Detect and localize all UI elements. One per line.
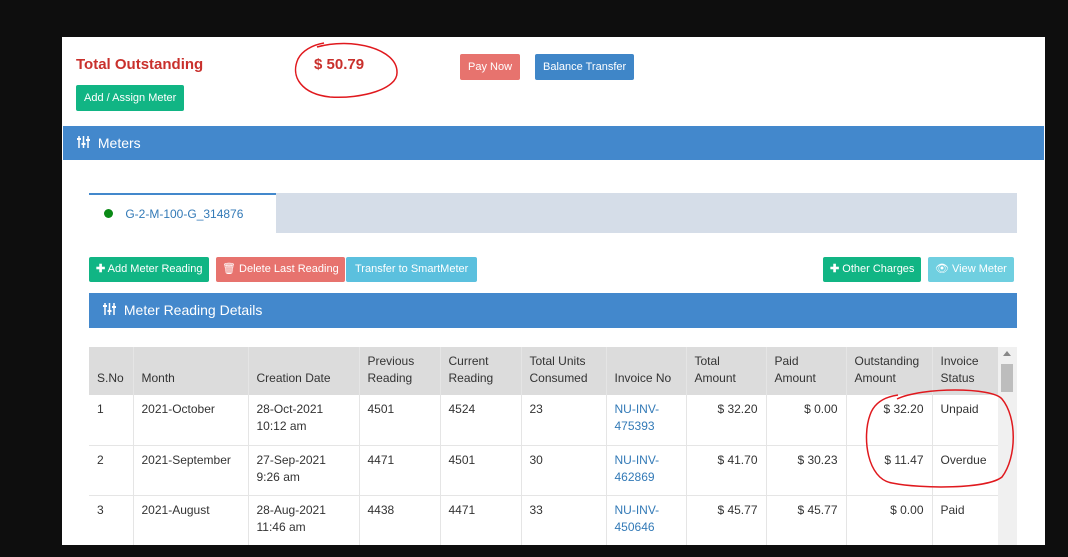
cell-current-reading: 4501 bbox=[440, 445, 522, 496]
table-row: 2 2021-September 27-Sep-2021 9:26 am 4471… bbox=[89, 445, 999, 496]
cell-creation-date: 28-Oct-2021 10:12 am bbox=[248, 395, 360, 446]
meter-reading-details-title: Meter Reading Details bbox=[123, 302, 263, 318]
cell-current-reading: 4524 bbox=[440, 395, 522, 446]
header-creation-date: Creation Date bbox=[248, 347, 360, 395]
cell-creation-date: 28-Aug-2021 11:46 am bbox=[248, 495, 360, 545]
tab-label: G-2-M-100-G_314876 bbox=[125, 207, 244, 221]
invoice-link[interactable]: NU-INV- 450646 bbox=[606, 495, 687, 545]
cell-invoice-status: Overdue bbox=[932, 445, 999, 496]
cell-previous-reading: 4471 bbox=[359, 445, 441, 496]
table-header-row: S.No Month Creation Date Previous Readin… bbox=[89, 347, 999, 395]
cell-invoice-status: Paid bbox=[932, 495, 999, 545]
cell-invoice-status: Unpaid bbox=[932, 395, 999, 446]
invoice-number: 450646 bbox=[614, 519, 655, 534]
cell-outstanding-amount: $ 0.00 bbox=[846, 495, 933, 545]
cell-date: 28-Aug-2021 bbox=[256, 502, 326, 517]
other-charges-button[interactable]: ✚ Other Charges bbox=[823, 257, 922, 282]
cell-time: 9:26 am bbox=[256, 469, 300, 484]
add-meter-reading-button[interactable]: ✚ Add Meter Reading bbox=[89, 257, 210, 282]
cell-month: 2021-September bbox=[133, 445, 249, 496]
cell-outstanding-amount: $ 32.20 bbox=[846, 395, 933, 446]
cell-sno: 2 bbox=[89, 445, 134, 496]
cell-paid-amount: $ 0.00 bbox=[766, 395, 847, 446]
delete-last-reading-button[interactable]: 🗑 Delete Last Reading bbox=[216, 257, 345, 282]
cell-outstanding-amount: $ 11.47 bbox=[846, 445, 933, 496]
invoice-link[interactable]: NU-INV- 475393 bbox=[606, 395, 687, 446]
meters-section-header: Meters bbox=[63, 126, 1044, 160]
delete-last-reading-label: Delete Last Reading bbox=[239, 263, 339, 275]
cell-total-amount: $ 45.77 bbox=[686, 495, 767, 545]
header-outstanding-amount: Outstanding Amount bbox=[846, 347, 933, 395]
cell-units: 30 bbox=[521, 445, 607, 496]
table-scrollbar[interactable] bbox=[998, 347, 1017, 545]
header-invoice-status: Invoice Status bbox=[932, 347, 999, 395]
trash-icon: 🗑 bbox=[222, 263, 236, 275]
billing-page: Total Outstanding $ 50.79 Pay Now Balanc… bbox=[62, 37, 1045, 545]
invoice-number: 475393 bbox=[614, 419, 655, 433]
cell-sno: 3 bbox=[89, 495, 134, 545]
cell-paid-amount: $ 30.23 bbox=[766, 445, 847, 496]
cell-sno: 1 bbox=[89, 395, 134, 446]
cell-creation-date: 27-Sep-2021 9:26 am bbox=[248, 445, 360, 496]
meter-reading-details-header: Meter Reading Details bbox=[89, 293, 1017, 328]
header-month: Month bbox=[133, 347, 249, 395]
meter-tabs: G-2-M-100-G_314876 bbox=[89, 193, 1017, 233]
cell-paid-amount: $ 45.77 bbox=[766, 495, 847, 545]
meter-readings-table-container: S.No Month Creation Date Previous Readin… bbox=[89, 347, 1017, 545]
add-assign-meter-button[interactable]: Add / Assign Meter bbox=[76, 85, 185, 111]
meters-title: Meters bbox=[97, 135, 141, 151]
cell-date: 27-Sep-2021 bbox=[256, 452, 326, 467]
add-meter-reading-label: Add Meter Reading bbox=[107, 263, 203, 275]
sliders-icon bbox=[77, 127, 90, 161]
view-meter-label: View Meter bbox=[952, 263, 1007, 275]
header-previous-reading: Previous Reading bbox=[359, 347, 441, 395]
cell-month: 2021-October bbox=[133, 395, 249, 446]
table-row: 1 2021-October 28-Oct-2021 10:12 am 4501 … bbox=[89, 395, 999, 446]
invoice-link[interactable]: NU-INV- 462869 bbox=[606, 445, 687, 496]
total-outstanding-amount: $ 50.79 bbox=[314, 56, 365, 73]
view-meter-button[interactable]: 👁 View Meter bbox=[928, 257, 1014, 282]
status-dot-icon bbox=[104, 209, 113, 219]
balance-transfer-button[interactable]: Balance Transfer bbox=[535, 54, 635, 80]
cell-time: 10:12 am bbox=[256, 419, 307, 433]
cell-previous-reading: 4438 bbox=[359, 495, 441, 545]
cell-units: 23 bbox=[521, 395, 607, 446]
transfer-smartmeter-button[interactable]: Transfer to SmartMeter bbox=[346, 257, 478, 282]
plus-icon: ✚ bbox=[830, 263, 840, 275]
total-outstanding-label: Total Outstanding bbox=[76, 56, 204, 73]
plus-icon: ✚ bbox=[96, 263, 106, 275]
header-paid-amount: Paid Amount bbox=[766, 347, 847, 395]
tab-meter-g-2-m-100-g-314876[interactable]: G-2-M-100-G_314876 bbox=[89, 193, 276, 233]
eye-icon: 👁 bbox=[935, 263, 949, 275]
sliders-icon bbox=[103, 294, 116, 329]
cell-time: 11:46 am bbox=[256, 519, 306, 534]
table-row: 3 2021-August 28-Aug-2021 11:46 am 4438 4… bbox=[89, 495, 999, 545]
invoice-prefix: NU-INV- bbox=[614, 502, 660, 517]
other-charges-label: Other Charges bbox=[842, 263, 915, 275]
invoice-number: 462869 bbox=[614, 469, 655, 484]
meter-readings-table: S.No Month Creation Date Previous Readin… bbox=[89, 347, 999, 545]
pay-now-button[interactable]: Pay Now bbox=[460, 54, 521, 80]
cell-current-reading: 4471 bbox=[440, 495, 522, 545]
scroll-thumb[interactable] bbox=[1001, 364, 1013, 392]
header-total-amount: Total Amount bbox=[686, 347, 767, 395]
cell-total-amount: $ 32.20 bbox=[686, 395, 767, 446]
cell-month: 2021-August bbox=[133, 495, 249, 545]
cell-total-amount: $ 41.70 bbox=[686, 445, 767, 496]
scroll-up-arrow-icon[interactable] bbox=[1003, 351, 1011, 356]
cell-previous-reading: 4501 bbox=[359, 395, 441, 446]
cell-units: 33 bbox=[521, 495, 607, 545]
header-current-reading: Current Reading bbox=[440, 347, 522, 395]
invoice-prefix: NU-INV- bbox=[614, 452, 660, 467]
invoice-prefix: NU-INV- bbox=[614, 402, 660, 416]
header-sno: S.No bbox=[89, 347, 134, 395]
header-total-units: Total Units Consumed bbox=[521, 347, 607, 395]
header-invoice-no: Invoice No bbox=[606, 347, 687, 395]
cell-date: 28-Oct-2021 bbox=[256, 402, 324, 416]
